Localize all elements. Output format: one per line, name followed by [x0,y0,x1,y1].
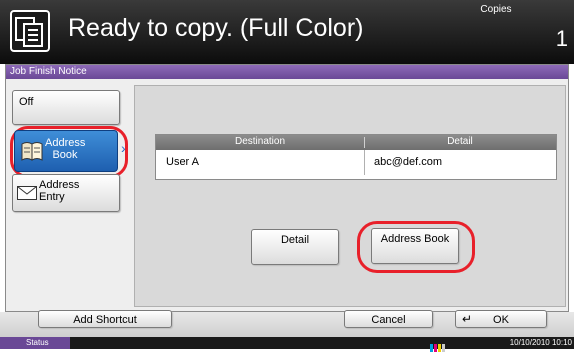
add-shortcut-button[interactable]: Add Shortcut [38,310,172,328]
destination-cell: User A [166,156,200,168]
address-entry-option-button[interactable]: Address Entry [12,174,120,212]
column-header-detail: Detail [447,136,473,147]
main-panel: Job Finish Notice Off Address Book › Add… [5,64,569,312]
table-header: Destination Detail [156,135,556,150]
table-row[interactable]: User A abc@def.com [156,150,556,175]
address-book-option-button[interactable]: Address Book [14,130,118,172]
detail-button-label: Detail [280,234,310,246]
toner-level-icon [430,339,446,352]
off-option-button[interactable]: Off [12,90,120,125]
cancel-label: Cancel [371,314,406,326]
column-header-destination: Destination [234,136,286,147]
detail-cell: abc@def.com [374,156,443,168]
address-entry-line1: Address [39,179,80,191]
ok-button[interactable]: ↵ OK [455,310,547,328]
cell-divider [364,150,365,175]
page-title: Ready to copy. (Full Color) [68,14,364,42]
content-area: Destination Detail User A abc@def.com De… [134,85,566,307]
address-book-line1: Address [45,137,86,149]
address-book-button[interactable]: Address Book [371,228,459,264]
cancel-button[interactable]: Cancel [344,310,433,328]
address-entry-line2: Entry [39,191,65,203]
job-finish-notice-tab: Job Finish Notice [6,65,568,79]
header-bar: Ready to copy. (Full Color) Copies 1 [0,0,574,64]
status-bar: Status 10/10/2010 10:10 [0,337,574,352]
copy-icon [10,10,50,52]
ok-label: OK [493,314,509,326]
detail-button[interactable]: Detail [251,229,339,265]
destination-table: Destination Detail User A abc@def.com [155,134,557,180]
address-book-icon [21,141,43,166]
address-book-button-label: Address Book [380,233,450,245]
status-button[interactable]: Status [0,337,70,349]
address-book-line2: Book [52,149,78,161]
tab-label: Job Finish Notice [10,66,87,77]
envelope-icon [17,186,37,203]
off-option-label: Off [19,96,34,108]
copies-count: 1 [555,26,568,51]
chevron-right-icon: › [121,140,126,156]
add-shortcut-label: Add Shortcut [73,314,137,326]
copies-label: Copies [480,4,512,15]
datetime-display: 10/10/2010 10:10 [509,338,572,347]
